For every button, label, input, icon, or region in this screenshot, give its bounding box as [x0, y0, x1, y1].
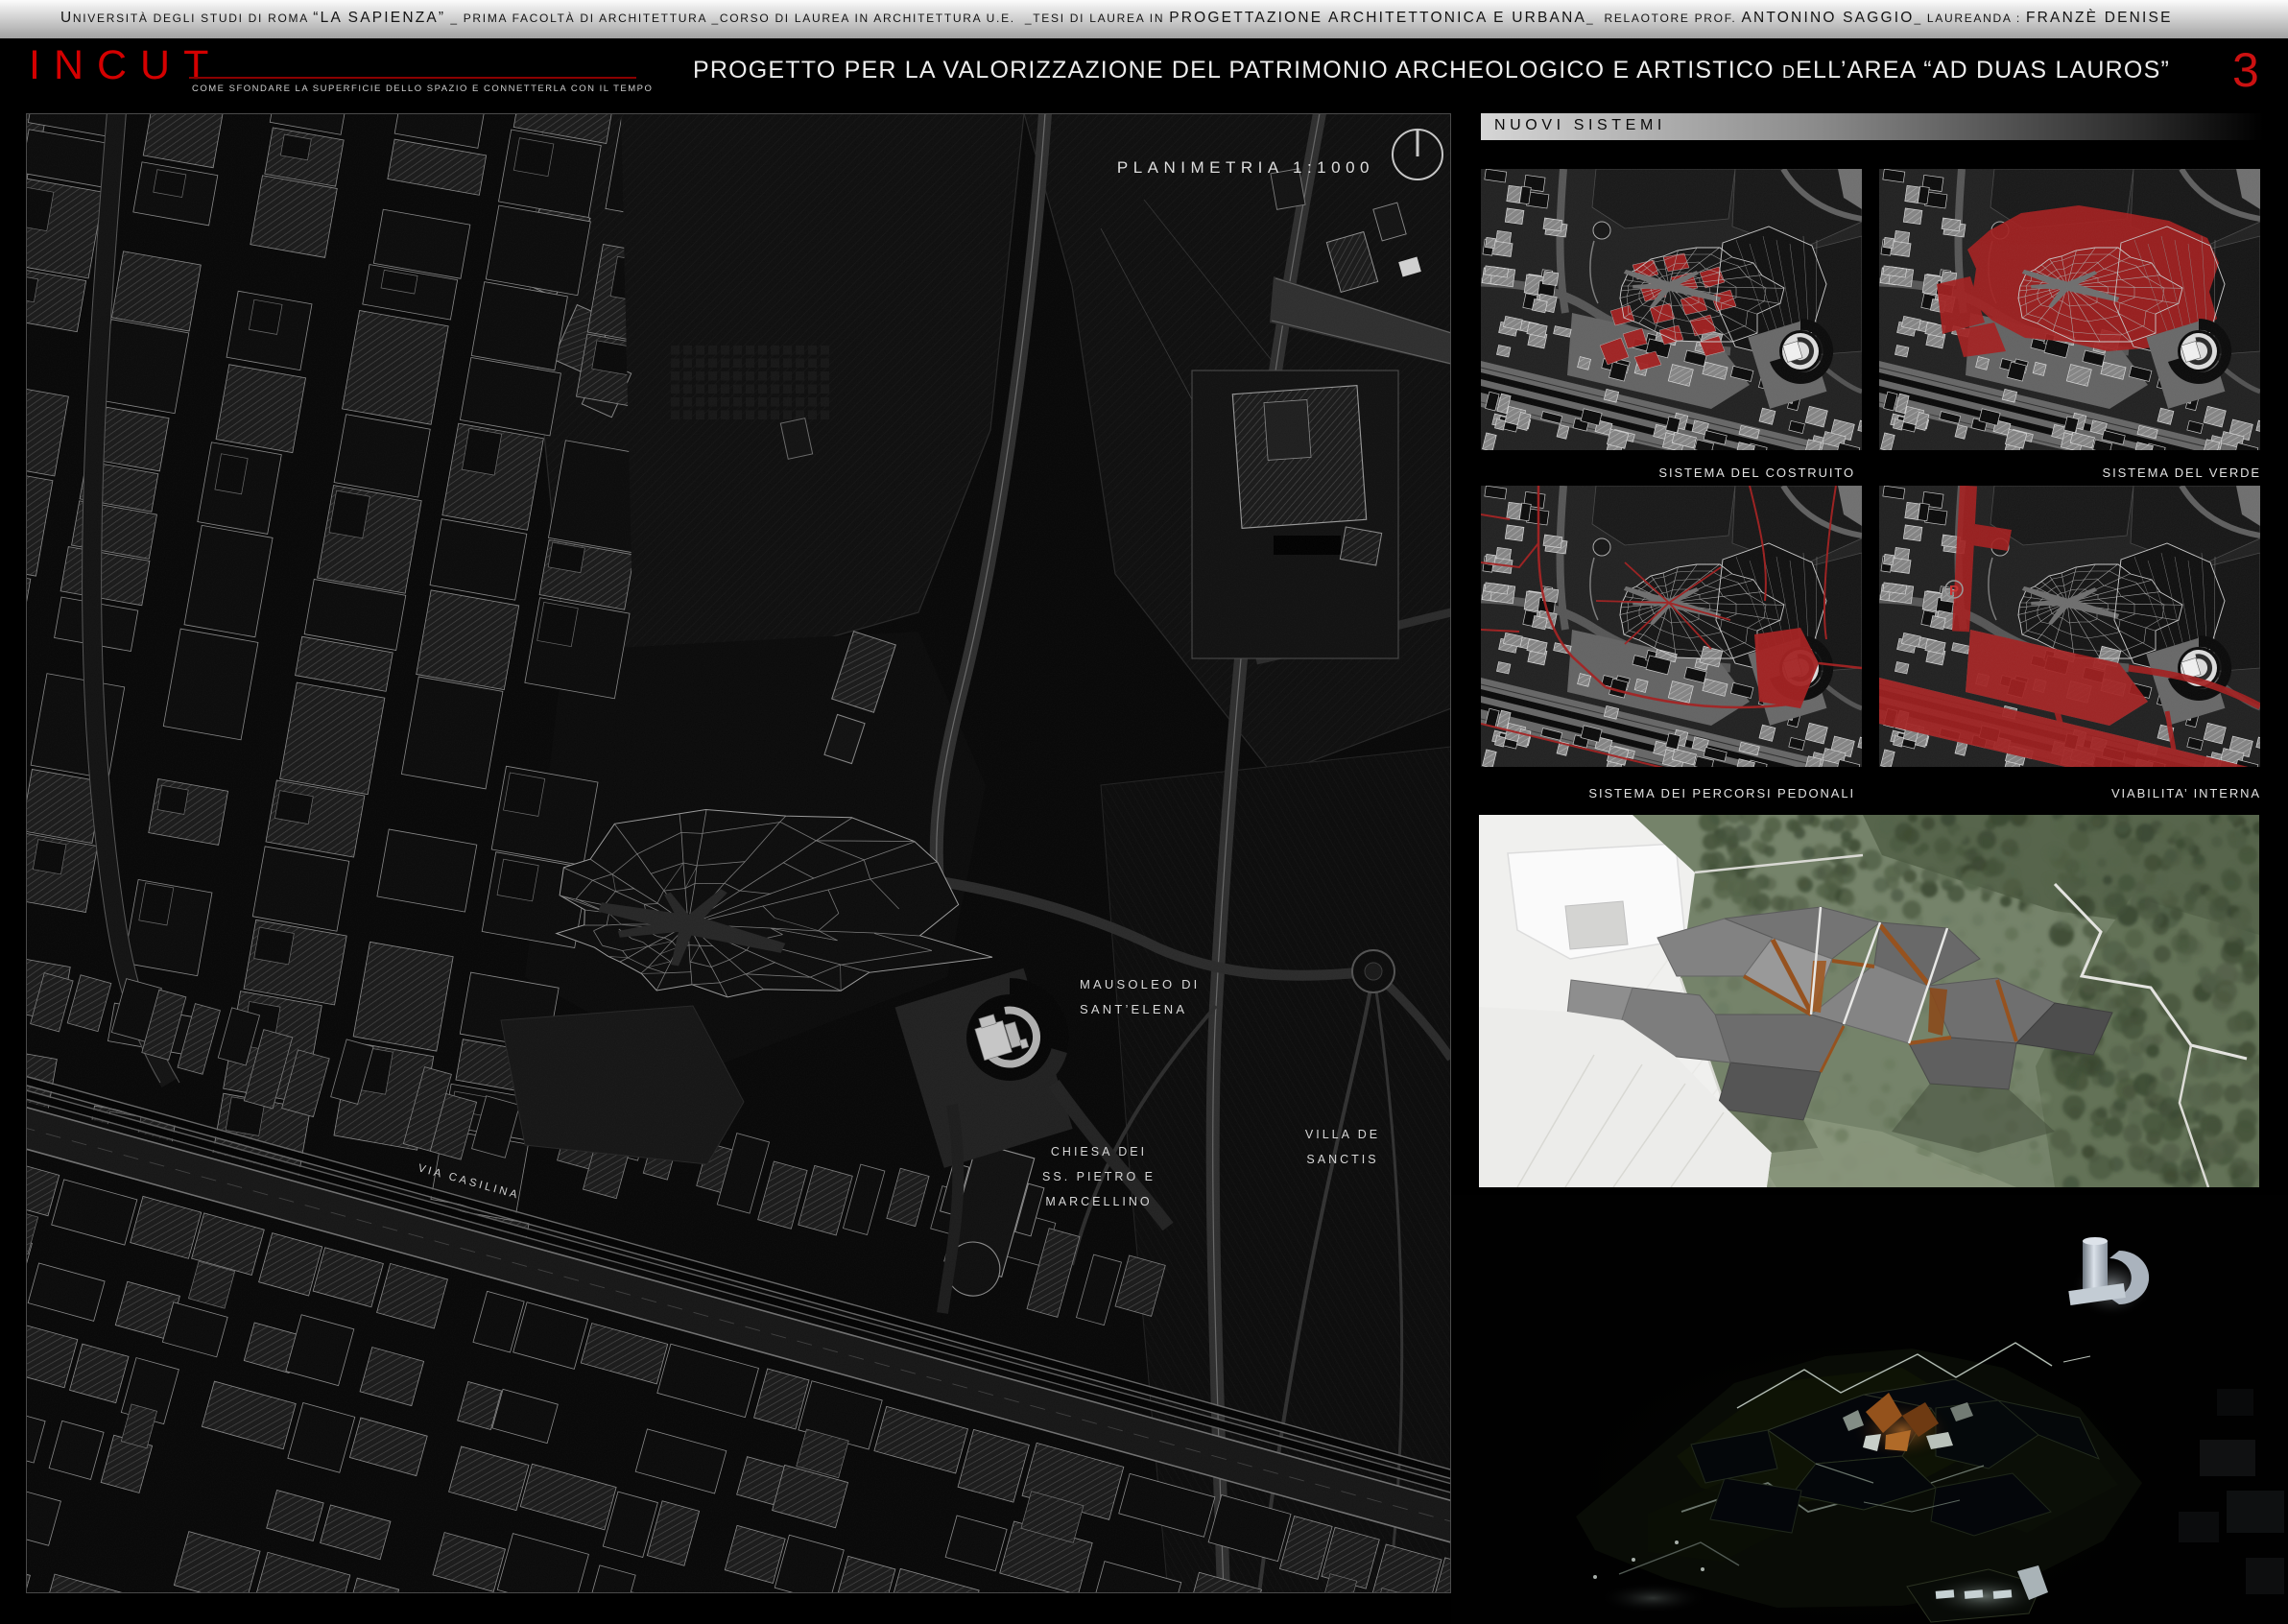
- svg-text:PLANIMETRIA 1:1000: PLANIMETRIA 1:1000: [1117, 158, 1374, 177]
- svg-text:SS. PIETRO E: SS. PIETRO E: [1042, 1170, 1156, 1183]
- svg-text:MARCELLINO: MARCELLINO: [1045, 1195, 1152, 1208]
- svg-text:MAUSOLEO DI: MAUSOLEO DI: [1080, 977, 1201, 991]
- svg-text:VILLA DE: VILLA DE: [1305, 1128, 1380, 1141]
- svg-text:SANCTIS: SANCTIS: [1306, 1153, 1378, 1166]
- svg-text:CHIESA DEI: CHIESA DEI: [1051, 1145, 1147, 1158]
- svg-text:SANT’ELENA: SANT’ELENA: [1080, 1002, 1187, 1016]
